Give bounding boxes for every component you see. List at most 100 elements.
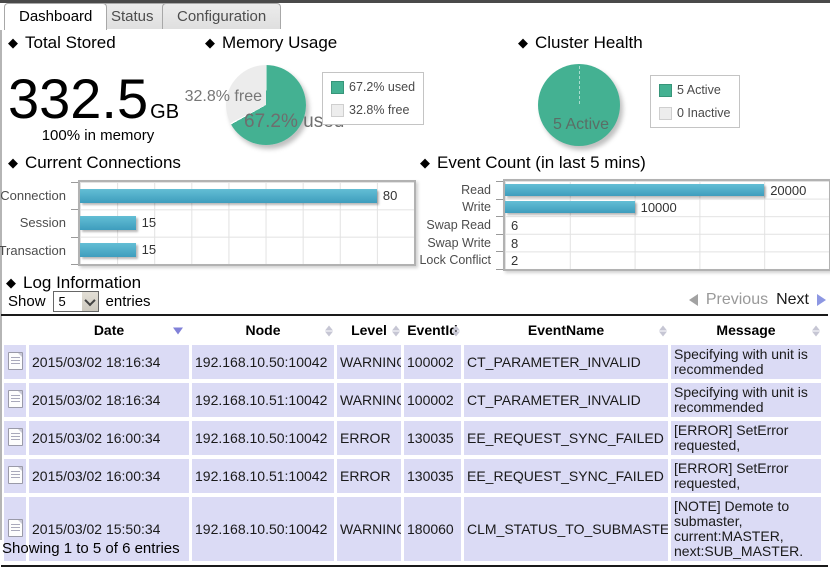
bar	[80, 243, 136, 257]
axis-tick	[71, 182, 78, 183]
legend-label: 32.8% free	[349, 103, 409, 117]
page-size-select[interactable]: 5	[53, 291, 99, 312]
column-header-level[interactable]: Level	[337, 320, 401, 341]
axis-tick	[71, 209, 78, 210]
show-label: Show	[8, 293, 46, 310]
pie-slice-divider	[579, 66, 580, 104]
diamond-icon: ◆	[518, 35, 528, 50]
plot-area: 2000010000682	[503, 179, 830, 271]
axis-tick	[496, 251, 503, 252]
level-cell: ERROR	[337, 421, 401, 455]
cluster-health-title: ◆Cluster Health	[518, 33, 643, 53]
category-label: Swap Read	[415, 216, 497, 234]
axis-tick	[71, 264, 78, 265]
document-icon[interactable]	[8, 390, 23, 408]
memory-free-label: 32.8% free	[156, 88, 262, 106]
legend-label: 5 Active	[677, 83, 721, 97]
memory-usage-title: ◆Memory Usage	[205, 33, 337, 53]
next-button[interactable]: Next	[776, 291, 809, 309]
event-id-cell: 130035	[404, 459, 461, 493]
diamond-icon: ◆	[420, 155, 430, 170]
category-label: Read	[415, 181, 497, 199]
document-icon[interactable]	[8, 352, 23, 370]
bar-value-label: 15	[142, 242, 156, 257]
sort-both-icon	[812, 325, 820, 336]
icon-column-header	[4, 320, 26, 341]
category-label: Transaction	[0, 237, 72, 264]
event-name-cell: CT_PARAMETER_INVALID	[464, 383, 668, 417]
event-id-cell: 180060	[404, 497, 461, 561]
event-name-cell: EE_REQUEST_SYNC_FAILED	[464, 459, 668, 493]
sort-desc-icon	[173, 327, 183, 334]
total-stored-title: ◆Total Stored	[8, 33, 116, 53]
legend-label: 67.2% used	[349, 80, 415, 94]
document-icon[interactable]	[8, 466, 23, 484]
document-icon[interactable]	[8, 519, 23, 537]
bar	[505, 184, 764, 196]
event-name-cell: CT_PARAMETER_INVALID	[464, 345, 668, 379]
log-information-title: ◆Log Information	[6, 273, 141, 293]
log-table-wrap: DateNodeLevelEventIdEventNameMessage 201…	[1, 314, 828, 567]
node-cell: 192.168.10.51:10042	[192, 383, 334, 417]
bar	[505, 201, 635, 213]
diamond-icon: ◆	[8, 35, 18, 50]
message-cell: [ERROR] SetError requested,	[671, 421, 821, 455]
log-table-row: 2015/03/02 16:00:34192.168.10.51:10042ER…	[4, 459, 821, 493]
active-swatch-icon	[659, 84, 672, 97]
log-table-row: 2015/03/02 16:00:34192.168.10.50:10042ER…	[4, 421, 821, 455]
level-cell: WARNING	[337, 497, 401, 561]
entries-label: entries	[106, 293, 151, 310]
memory-usage-legend: 67.2% used 32.8% free	[322, 72, 424, 125]
legend-label: 0 Inactive	[677, 106, 731, 120]
column-header-date[interactable]: Date	[29, 320, 189, 341]
axis-tick	[71, 237, 78, 238]
event-name-cell: EE_REQUEST_SYNC_FAILED	[464, 421, 668, 455]
bar	[80, 216, 136, 230]
event-id-cell: 100002	[404, 345, 461, 379]
category-label: Write	[415, 199, 497, 217]
free-swatch-icon	[331, 104, 344, 117]
event-id-cell: 130035	[404, 421, 461, 455]
axis-tick	[496, 234, 503, 235]
total-stored-value: 332.5GB	[8, 66, 179, 131]
tab-bar: Dashboard Status Configuration	[0, 3, 830, 30]
node-cell: 192.168.10.50:10042	[192, 421, 334, 455]
event-count-title: ◆Event Count (in last 5 mins)	[420, 153, 646, 173]
category-label: Lock Conflict	[415, 251, 497, 269]
axis-tick	[496, 181, 503, 182]
level-cell: WARNING	[337, 345, 401, 379]
bar	[80, 189, 377, 203]
tab-dashboard[interactable]: Dashboard	[4, 3, 107, 30]
bar-value-label: 10000	[641, 200, 677, 215]
message-cell: Specifying with unit is recommended	[671, 345, 821, 379]
event-id-cell: 100002	[404, 383, 461, 417]
total-stored-note: 100% in memory	[8, 127, 188, 144]
category-label: Connection	[0, 182, 72, 209]
axis-tick	[496, 216, 503, 217]
column-header-message[interactable]: Message	[671, 320, 821, 341]
node-cell: 192.168.10.50:10042	[192, 345, 334, 379]
previous-button[interactable]: Previous	[706, 291, 768, 309]
table-header-row: DateNodeLevelEventIdEventNameMessage	[4, 320, 821, 341]
sort-both-icon	[392, 325, 400, 336]
column-header-eventid[interactable]: EventId	[404, 320, 461, 341]
legend-item: 5 Active	[659, 83, 731, 97]
cluster-health-legend: 5 Active 0 Inactive	[650, 75, 740, 128]
log-table-row: 2015/03/02 18:16:34192.168.10.51:10042WA…	[4, 383, 821, 417]
document-icon[interactable]	[8, 428, 23, 446]
tab-configuration[interactable]: Configuration	[162, 3, 281, 29]
column-header-node[interactable]: Node	[192, 320, 334, 341]
message-cell: Specifying with unit is recommended	[671, 383, 821, 417]
diamond-icon: ◆	[8, 155, 18, 170]
previous-arrow-icon	[689, 294, 698, 306]
column-header-eventname[interactable]: EventName	[464, 320, 668, 341]
node-cell: 192.168.10.50:10042	[192, 497, 334, 561]
y-axis-labels: ConnectionSessionTransaction	[0, 182, 72, 264]
next-arrow-icon[interactable]	[817, 294, 826, 306]
level-cell: WARNING	[337, 383, 401, 417]
row-icon-cell	[4, 383, 26, 417]
message-cell: [NOTE] Demote to submaster, current:MAST…	[671, 497, 821, 561]
bar-value-label: 15	[142, 215, 156, 230]
inactive-swatch-icon	[659, 107, 672, 120]
plot-area: 801515	[78, 180, 416, 266]
